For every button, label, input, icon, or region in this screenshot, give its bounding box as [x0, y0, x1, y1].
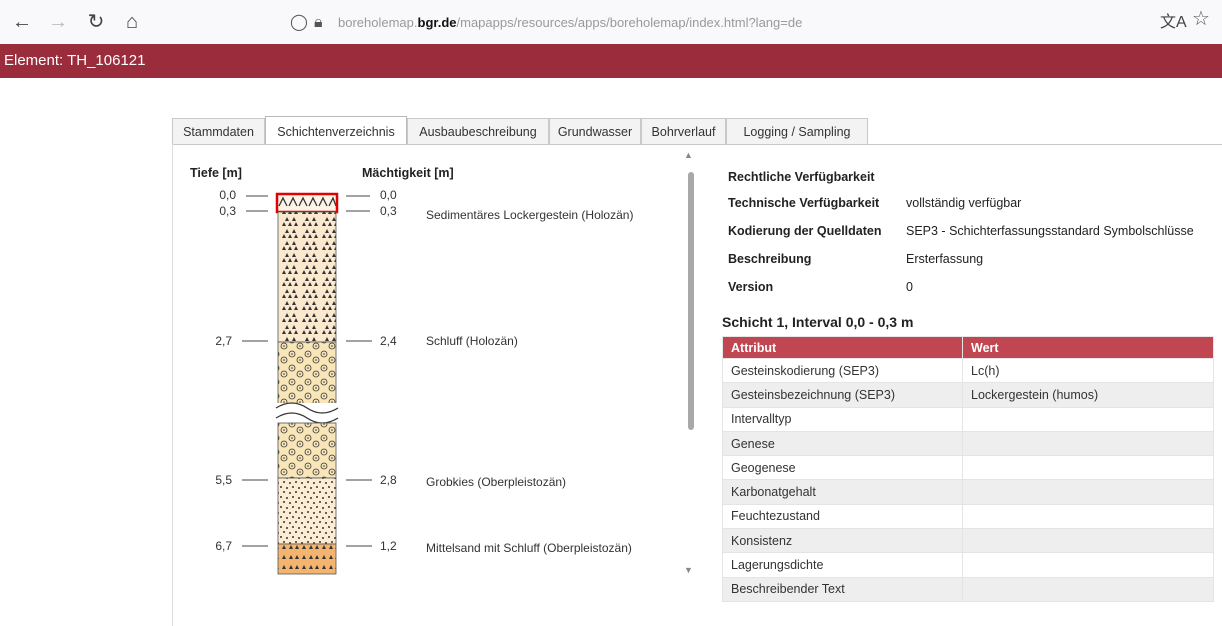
attr-cell: Intervalltyp [722, 406, 963, 432]
meta-key: Rechtliche Verfügbarkeit [728, 170, 875, 184]
scroll-up-arrow-icon[interactable]: ▲ [684, 150, 693, 160]
attr-cell: Karbonatgehalt [722, 479, 963, 505]
meta-key: Beschreibung [728, 252, 812, 266]
tab-logging-sampling[interactable]: Logging / Sampling [726, 118, 868, 145]
layer-description[interactable]: Sedimentäres Lockergestein (Holozän) [426, 208, 633, 222]
column-layer-4[interactable] [277, 477, 337, 545]
table-row: Intervalltyp [722, 406, 1214, 432]
scroll-down-arrow-icon[interactable]: ▼ [684, 565, 693, 575]
value-cell [962, 406, 1214, 432]
thickness-label: 2,8 [380, 473, 397, 487]
attr-cell: Geogenese [722, 455, 963, 481]
value-cell [962, 430, 1214, 457]
depth-label: 5,5 [215, 473, 232, 487]
layer-description[interactable]: Schluff (Holozän) [426, 334, 518, 348]
borehole-profile [242, 192, 372, 575]
column-layer-3-lower[interactable] [277, 422, 337, 479]
scrollbar-thumb[interactable] [688, 172, 694, 430]
thickness-label: 0,3 [380, 204, 397, 218]
depth-label: 0,3 [219, 204, 236, 218]
thickness-label: 1,2 [380, 539, 397, 553]
table-row: Lagerungsdichte [722, 552, 1214, 578]
table-row: Feuchtezustand [722, 503, 1214, 530]
meta-value: Ersterfassung [906, 252, 984, 266]
table-header-row: Attribut Wert [722, 336, 1214, 359]
attr-cell: Konsistenz [722, 528, 963, 554]
column-break-background [276, 403, 338, 423]
attribute-table: Attribut Wert Gesteinskodierung (SEP3) Lc… [722, 336, 1214, 602]
value-cell [962, 576, 1214, 602]
table-row: Beschreibender Text [722, 576, 1214, 602]
layer-title: Schicht 1, Interval 0,0 - 0,3 m [722, 314, 914, 330]
table-row: Genese [722, 430, 1214, 457]
value-cell: Lc(h) [962, 357, 1214, 384]
thickness-label: 0,0 [380, 188, 397, 202]
thickness-label: 2,4 [380, 334, 397, 348]
value-cell [962, 503, 1214, 530]
depth-label: 6,7 [215, 539, 232, 553]
attr-cell: Gesteinskodierung (SEP3) [722, 357, 963, 384]
attr-cell: Lagerungsdichte [722, 552, 963, 578]
attr-cell: Beschreibender Text [722, 576, 963, 602]
table-row: Gesteinsbezeichnung (SEP3) Lockergestein … [722, 382, 1214, 408]
column-layer-3-upper[interactable] [277, 341, 337, 408]
meta-key: Kodierung der Quelldaten [728, 224, 882, 238]
table-row: Konsistenz [722, 528, 1214, 554]
value-cell [962, 455, 1214, 481]
layer-description[interactable]: Mittelsand mit Schluff (Oberpleistozän) [426, 541, 632, 555]
column-header-value[interactable]: Wert [962, 336, 1214, 359]
depth-label: 0,0 [219, 188, 236, 202]
value-cell [962, 479, 1214, 505]
attr-cell: Gesteinsbezeichnung (SEP3) [722, 382, 963, 408]
table-row: Geogenese [722, 455, 1214, 481]
tab-schichtenverzeichnis[interactable]: Schichtenverzeichnis [265, 116, 407, 144]
value-cell [962, 552, 1214, 578]
attr-cell: Feuchtezustand [722, 503, 963, 530]
value-cell [962, 528, 1214, 554]
bookmark-star-icon[interactable]: ☆ [1192, 6, 1210, 31]
table-row: Gesteinskodierung (SEP3) Lc(h) [722, 357, 1214, 384]
meta-value: 0 [906, 280, 913, 294]
value-cell: Lockergestein (humos) [962, 382, 1214, 408]
column-header-attribute[interactable]: Attribut [722, 336, 963, 359]
translate-icon[interactable]: 文A [1160, 8, 1187, 32]
meta-key: Technische Verfügbarkeit [728, 196, 880, 210]
depth-label: 2,7 [215, 334, 232, 348]
column-layer-2[interactable] [277, 211, 337, 343]
layer-description[interactable]: Grobkies (Oberpleistozän) [426, 475, 566, 489]
meta-value: vollständig verfügbar [906, 196, 1022, 210]
table-row: Karbonatgehalt [722, 479, 1214, 505]
attr-cell: Genese [722, 430, 963, 457]
meta-key: Version [728, 280, 774, 294]
meta-value: SEP3 - Schichterfassungsstandard Symbols… [906, 224, 1194, 238]
column-layer-5[interactable] [277, 543, 337, 575]
